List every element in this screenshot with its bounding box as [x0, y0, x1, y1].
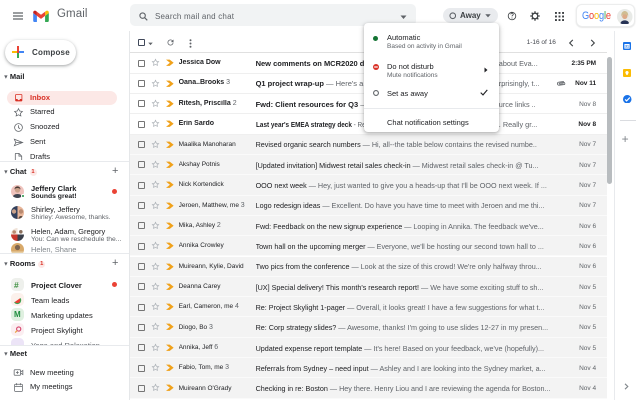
svg-text:31: 31 — [625, 45, 629, 49]
